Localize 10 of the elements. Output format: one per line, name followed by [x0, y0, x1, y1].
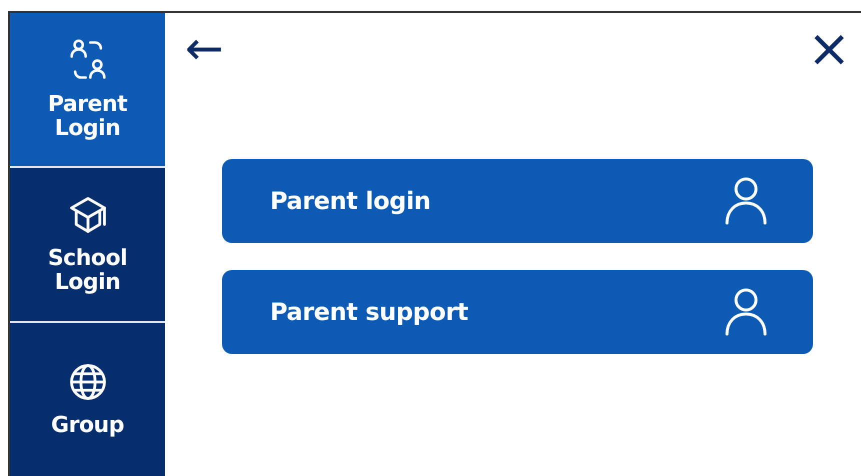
graduation-cap-icon — [68, 194, 108, 234]
option-button[interactable]: Parent login — [222, 159, 813, 243]
parents-switch-icon — [68, 38, 108, 80]
close-button[interactable]: × — [807, 23, 851, 75]
back-button[interactable]: ← — [185, 25, 224, 71]
option-button[interactable]: Parent support — [222, 270, 813, 354]
person-icon — [723, 287, 769, 337]
globe-icon — [68, 362, 108, 402]
person-icon — [723, 176, 769, 226]
sidebar-tab[interactable]: Parent Login — [10, 13, 165, 166]
